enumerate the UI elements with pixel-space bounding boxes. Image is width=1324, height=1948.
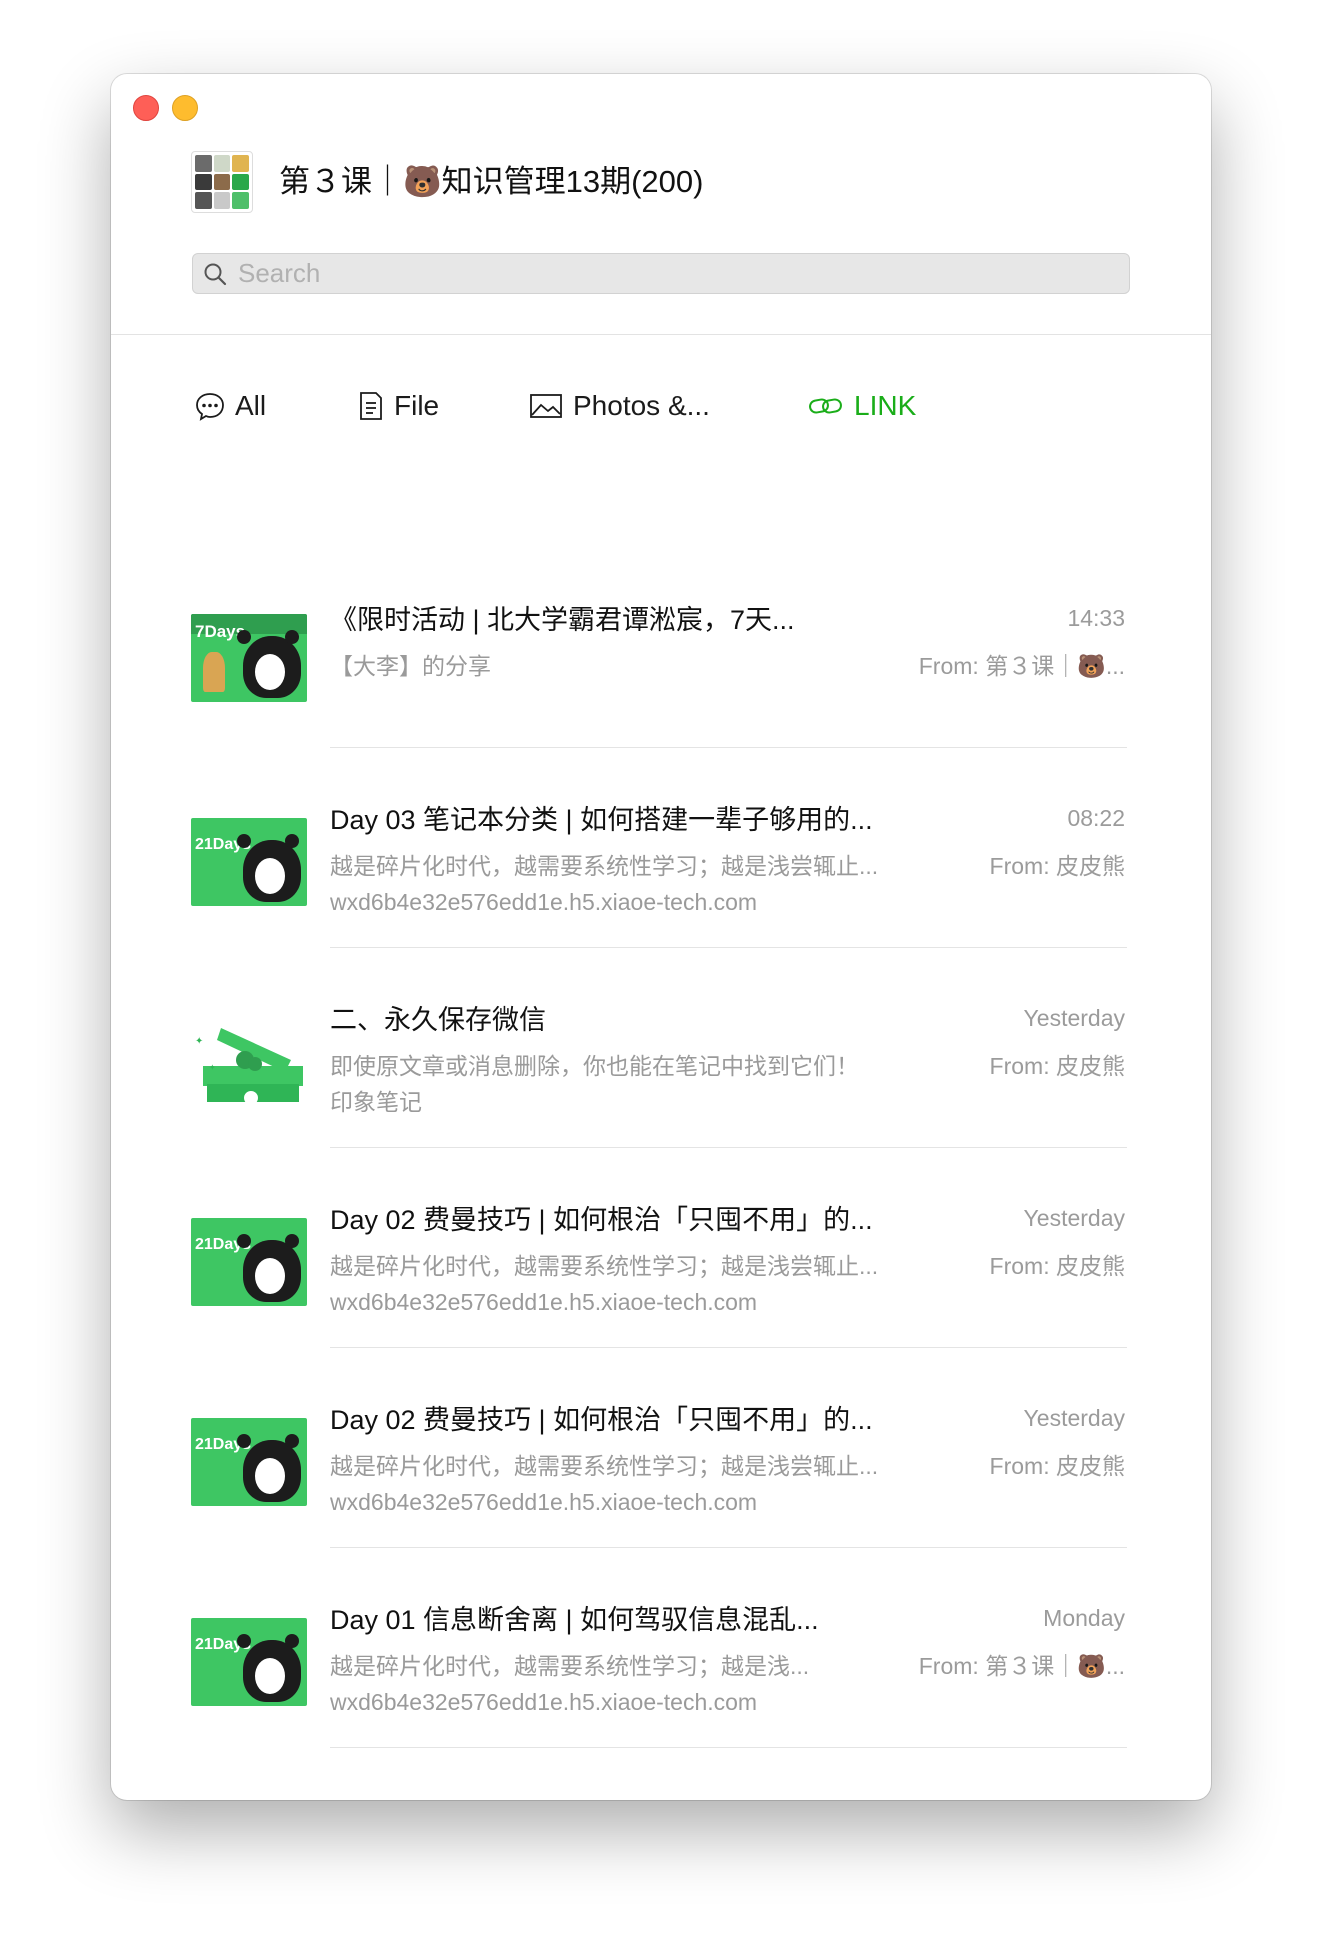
tab-link-label: LINK — [854, 390, 917, 421]
tab-link[interactable]: LINK — [808, 384, 916, 428]
link-item[interactable]: 21Days Day 02 费曼技巧 | 如何根治「只囤不用」的... 越是碎片… — [111, 1348, 1211, 1548]
tab-file[interactable]: File — [358, 384, 439, 428]
link-from: From: 皮皮熊 — [989, 1453, 1125, 1479]
search-icon — [204, 263, 227, 286]
link-thumbnail: 21Days — [191, 1218, 307, 1306]
group-avatar — [191, 151, 253, 213]
link-from: From: 皮皮熊 — [989, 1053, 1125, 1079]
tab-photos[interactable]: Photos &... — [529, 384, 710, 428]
tab-photos-label: Photos &... — [573, 390, 710, 421]
link-item[interactable]: 21Days Day 01 信息断舍离 | 如何驾驭信息混乱... 越是碎片化时… — [111, 1548, 1211, 1748]
link-item[interactable]: 7Days 《限时活动 | 北大学霸君谭淞宸，7天... 【大李】的分享 14:… — [111, 548, 1211, 748]
link-subtitle: 越是碎片化时代，越需要系统性学习；越是浅... — [330, 1653, 810, 1679]
link-time: Yesterday — [1023, 1405, 1125, 1431]
row-divider — [330, 1747, 1127, 1748]
link-title: Day 01 信息断舍离 | 如何驾驭信息混乱... — [330, 1605, 819, 1635]
link-time: 08:22 — [1067, 805, 1125, 831]
link-title: 二、永久保存微信 — [330, 1005, 546, 1035]
tab-all-label: All — [235, 390, 267, 421]
link-title: Day 02 费曼技巧 | 如何根治「只囤不用」的... — [330, 1405, 873, 1435]
link-subtitle: 越是碎片化时代，越需要系统性学习；越是浅尝辄止... — [330, 853, 879, 879]
link-time: 14:33 — [1067, 605, 1125, 631]
link-item[interactable]: ✦ ✦ 二、永久保存微信 即使原文章或消息删除，你也能在笔记中找到它们！ 印象笔… — [111, 948, 1211, 1148]
link-item[interactable]: 21Days Day 03 笔记本分类 | 如何搭建一辈子够用的... 越是碎片… — [111, 748, 1211, 948]
link-url: wxd6b4e32e576edd1e.h5.xiaoe-tech.com — [330, 1689, 758, 1715]
link-url: wxd6b4e32e576edd1e.h5.xiaoe-tech.com — [330, 1489, 758, 1515]
link-from: From: 皮皮熊 — [989, 1253, 1125, 1279]
evernote-box-icon: ✦ ✦ — [195, 1028, 303, 1102]
link-time: Yesterday — [1023, 1005, 1125, 1031]
link-thumbnail: 21Days — [191, 1418, 307, 1506]
link-from: From: 第３课｜🐻... — [918, 653, 1125, 679]
link-subtitle: 【大李】的分享 — [330, 653, 491, 679]
link-from: From: 皮皮熊 — [989, 853, 1125, 879]
chat-bubble-icon — [196, 393, 224, 421]
search-input[interactable] — [238, 254, 1108, 293]
link-title: 《限时活动 | 北大学霸君谭淞宸，7天... — [330, 605, 795, 635]
svg-text:✦: ✦ — [195, 1036, 203, 1047]
svg-text:✦: ✦ — [209, 1063, 216, 1072]
link-subtitle: 越是碎片化时代，越需要系统性学习；越是浅尝辄止... — [330, 1253, 879, 1279]
link-title: Day 03 笔记本分类 | 如何搭建一辈子够用的... — [330, 805, 873, 835]
link-title: Day 02 费曼技巧 | 如何根治「只囤不用」的... — [330, 1205, 873, 1235]
link-item[interactable]: 21Days Day 02 费曼技巧 | 如何根治「只囤不用」的... 越是碎片… — [111, 1148, 1211, 1348]
close-window-button[interactable] — [133, 95, 159, 121]
header-divider — [111, 334, 1211, 335]
search-bar[interactable] — [192, 253, 1130, 294]
link-icon — [809, 398, 842, 414]
link-thumbnail: ✦ ✦ — [191, 1014, 307, 1102]
tab-file-label: File — [394, 390, 440, 421]
link-thumbnail: 21Days — [191, 818, 307, 906]
link-from: From: 第３课｜🐻... — [918, 1653, 1125, 1679]
link-time: Monday — [1043, 1605, 1125, 1631]
link-time: Yesterday — [1023, 1205, 1125, 1231]
link-subtitle: 越是碎片化时代，越需要系统性学习；越是浅尝辄止... — [330, 1453, 879, 1479]
minimize-window-button[interactable] — [172, 95, 198, 121]
chat-files-window: 第３课｜🐻知识管理13期(200) All File Photos &... — [111, 74, 1211, 1800]
chat-title: 第３课｜🐻知识管理13期(200) — [279, 164, 704, 199]
link-url: wxd6b4e32e576edd1e.h5.xiaoe-tech.com — [330, 1289, 758, 1315]
link-subtitle: 即使原文章或消息删除，你也能在笔记中找到它们！ — [330, 1053, 859, 1079]
link-url: wxd6b4e32e576edd1e.h5.xiaoe-tech.com — [330, 889, 758, 915]
link-thumbnail: 21Days — [191, 1618, 307, 1706]
document-icon — [360, 392, 382, 420]
link-source: 印象笔记 — [330, 1089, 422, 1115]
link-thumbnail: 7Days — [191, 614, 307, 702]
tab-all[interactable]: All — [195, 384, 266, 428]
image-icon — [530, 394, 562, 418]
